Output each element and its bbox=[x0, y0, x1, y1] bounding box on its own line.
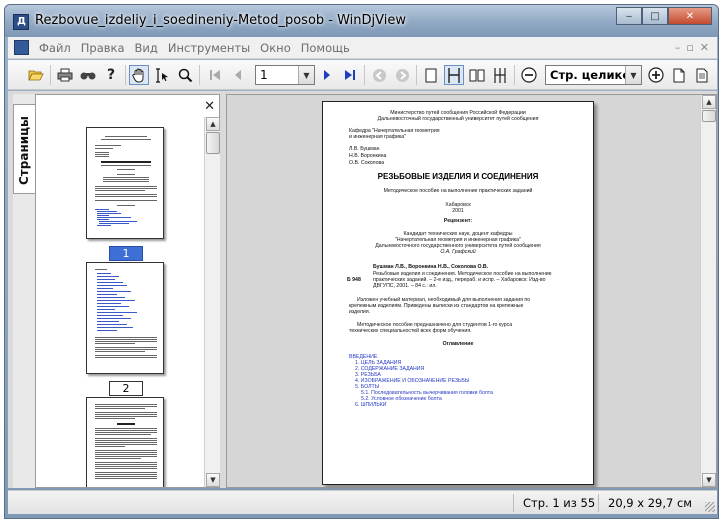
select-icon[interactable] bbox=[152, 65, 172, 85]
scroll-up-icon[interactable]: ▲ bbox=[206, 117, 220, 131]
tab-pages-label: Страницы bbox=[17, 116, 31, 185]
doc-author2: Н.В. Воронкина bbox=[349, 153, 387, 159]
zoom-icon[interactable] bbox=[175, 65, 195, 85]
thumbnail-page[interactable] bbox=[86, 127, 164, 239]
menu-items: Файл Правка Вид Инструменты Окно Помощь bbox=[34, 41, 355, 55]
chevron-down-icon[interactable]: ▼ bbox=[625, 66, 641, 84]
facing-continuous-icon[interactable] bbox=[490, 65, 510, 85]
toolbar-more-icon[interactable] bbox=[692, 65, 712, 85]
status-page-size: 20,9 x 29,7 см bbox=[608, 496, 692, 510]
zoom-in-icon[interactable] bbox=[646, 65, 666, 85]
menu-view[interactable]: Вид bbox=[130, 41, 163, 55]
windjview-app-icon[interactable]: Д bbox=[13, 14, 29, 30]
menu-file[interactable]: Файл bbox=[34, 41, 76, 55]
thumbnail-page[interactable] bbox=[86, 397, 164, 487]
hand-icon[interactable] bbox=[129, 65, 149, 85]
doc-reviewer4: О.А. Графский bbox=[440, 249, 476, 255]
continuous-icon[interactable] bbox=[444, 65, 464, 85]
title-bar[interactable]: Д Rezbovue_izdeliy_i_soedineniy-Metod_po… bbox=[5, 5, 718, 37]
find-icon[interactable] bbox=[78, 65, 98, 85]
document-page: Министерство путей сообщения Российской … bbox=[322, 101, 594, 485]
mdi-minimize-button[interactable]: – bbox=[675, 41, 681, 54]
doc-bib-code: Б 948 bbox=[347, 277, 361, 283]
print-icon[interactable] bbox=[55, 65, 75, 85]
toolbar: ? 1 ▼ Стр. целико ▼ bbox=[8, 60, 717, 90]
menu-window[interactable]: Окно bbox=[255, 41, 296, 55]
zoom-value: Стр. целико bbox=[550, 68, 631, 82]
page-number-select[interactable]: 1 ▼ bbox=[255, 65, 315, 85]
maximize-button[interactable]: □ bbox=[642, 7, 668, 25]
doc-title: РЕЗЬБОВЫЕ ИЗДЕЛИЯ И СОЕДИНЕНИЯ bbox=[377, 172, 539, 181]
forward-icon[interactable] bbox=[392, 65, 412, 85]
back-icon[interactable] bbox=[369, 65, 389, 85]
last-page-icon[interactable] bbox=[340, 65, 360, 85]
window-title: Rezbovue_izdeliy_i_soedineniy-Metod_poso… bbox=[35, 13, 407, 28]
doc-subtitle: Методическое пособие на выполнение практ… bbox=[383, 188, 533, 194]
zoom-select[interactable]: Стр. целико ▼ bbox=[545, 65, 642, 85]
menu-tools[interactable]: Инструменты bbox=[163, 41, 255, 55]
zoom-out-icon[interactable] bbox=[519, 65, 539, 85]
status-page: Стр. 1 из 55 bbox=[523, 496, 596, 510]
mdi-restore-button[interactable]: ▫ bbox=[686, 41, 693, 54]
app-window: Д Rezbovue_izdeliy_i_soedineniy-Metod_po… bbox=[4, 4, 719, 519]
help-icon[interactable]: ? bbox=[101, 65, 121, 85]
sidebar-scrollbar[interactable]: ▲ ▼ bbox=[204, 117, 220, 487]
close-button[interactable]: ✕ bbox=[668, 7, 712, 25]
viewer-scrollbar[interactable]: ▲ ▼ bbox=[700, 95, 716, 487]
window-controls: ‒ □ ✕ bbox=[616, 7, 712, 25]
document-icon[interactable] bbox=[14, 40, 29, 55]
scroll-down-icon[interactable]: ▼ bbox=[702, 473, 716, 487]
thumbnail-page[interactable] bbox=[86, 262, 164, 374]
doc-icon[interactable] bbox=[669, 65, 689, 85]
open-icon[interactable] bbox=[26, 65, 46, 85]
thumbnail-label[interactable]: 2 bbox=[109, 381, 143, 396]
close-icon[interactable]: ✕ bbox=[204, 99, 215, 114]
prev-page-icon[interactable] bbox=[228, 65, 248, 85]
chevron-down-icon[interactable]: ▼ bbox=[298, 66, 314, 84]
status-bar: Стр. 1 из 55 20,9 x 29,7 см bbox=[8, 490, 717, 514]
doc-year: 2001 bbox=[452, 208, 464, 214]
scroll-up-icon[interactable]: ▲ bbox=[702, 95, 716, 109]
mdi-close-button[interactable]: ✕ bbox=[700, 41, 709, 54]
toc-link[interactable]: 6. ШПИЛЬКИ bbox=[355, 402, 387, 408]
facing-icon[interactable] bbox=[467, 65, 487, 85]
doc-toc-head: Оглавление bbox=[442, 341, 474, 347]
menu-help[interactable]: Помощь bbox=[296, 41, 355, 55]
doc-purpose2: технических специальностей всех форм обу… bbox=[349, 328, 472, 334]
doc-bib-authors: Бушман Л.В., Воронкина Н.В., Соколова О.… bbox=[373, 264, 489, 270]
minimize-button[interactable]: ‒ bbox=[616, 7, 642, 25]
page-number-value: 1 bbox=[260, 68, 268, 82]
main-content: Страницы ✕ 1 2 ▲ ▼ Министерство путей со… bbox=[8, 91, 717, 488]
tab-pages[interactable]: Страницы bbox=[13, 104, 35, 194]
doc-abstract3: изделия. bbox=[349, 309, 371, 315]
menu-edit[interactable]: Правка bbox=[76, 41, 130, 55]
scroll-down-icon[interactable]: ▼ bbox=[206, 473, 220, 487]
single-page-icon[interactable] bbox=[421, 65, 441, 85]
thumbnail-label[interactable]: 1 bbox=[109, 246, 143, 261]
viewer-scrollbar-thumb[interactable] bbox=[702, 110, 716, 122]
doc-dept2: и инженерная графика" bbox=[349, 134, 407, 140]
doc-author3: О.В. Соколова bbox=[349, 160, 385, 166]
thumbnail-sidebar: ✕ 1 2 ▲ ▼ bbox=[35, 94, 220, 488]
doc-bib3: ДВГУПС, 2001. – 84 с.: ил. bbox=[373, 283, 437, 289]
document-viewer[interactable]: Министерство путей сообщения Российской … bbox=[226, 94, 717, 488]
mdi-controls: – ▫ ✕ bbox=[675, 41, 709, 54]
sidebar-scrollbar-thumb[interactable] bbox=[206, 132, 220, 154]
next-page-icon[interactable] bbox=[317, 65, 337, 85]
doc-author1: Л.В. Бушман bbox=[349, 146, 380, 152]
sidebar-tabstrip: Страницы bbox=[13, 94, 35, 488]
first-page-icon[interactable] bbox=[205, 65, 225, 85]
menu-bar: Файл Правка Вид Инструменты Окно Помощь … bbox=[8, 37, 717, 59]
doc-header2: Дальневосточный государственный универси… bbox=[377, 116, 539, 122]
thumbnail-list: 1 2 bbox=[56, 117, 196, 487]
doc-abstract2: крепежным изделиям. Приведены выписки из… bbox=[349, 303, 524, 309]
resize-grip-icon[interactable] bbox=[705, 502, 715, 512]
doc-reviewer-head: Рецензент: bbox=[443, 218, 473, 224]
